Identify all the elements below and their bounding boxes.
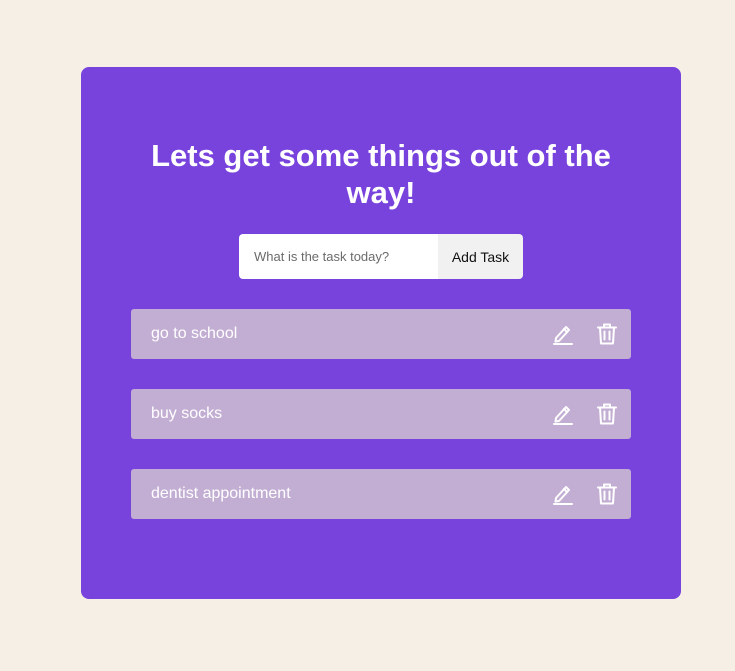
todo-item: go to school [131,309,631,359]
todo-item: buy socks [131,389,631,439]
todo-text[interactable]: dentist appointment [151,485,551,503]
trash-icon[interactable] [595,482,619,506]
pencil-icon[interactable] [551,322,575,346]
pencil-icon[interactable] [551,482,575,506]
todo-text[interactable]: buy socks [151,405,551,423]
add-task-button[interactable]: Add Task [438,234,523,279]
todo-list: go to school buy socks dentist appointme… [131,309,631,549]
trash-icon[interactable] [595,322,619,346]
todo-item: dentist appointment [131,469,631,519]
pencil-icon[interactable] [551,402,575,426]
todo-card: Lets get some things out of the way! Add… [81,67,681,599]
trash-icon[interactable] [595,402,619,426]
todo-text[interactable]: go to school [151,325,551,343]
page-title: Lets get some things out of the way! [151,138,611,210]
add-task-form: Add Task [239,234,523,279]
task-input[interactable] [239,234,438,279]
